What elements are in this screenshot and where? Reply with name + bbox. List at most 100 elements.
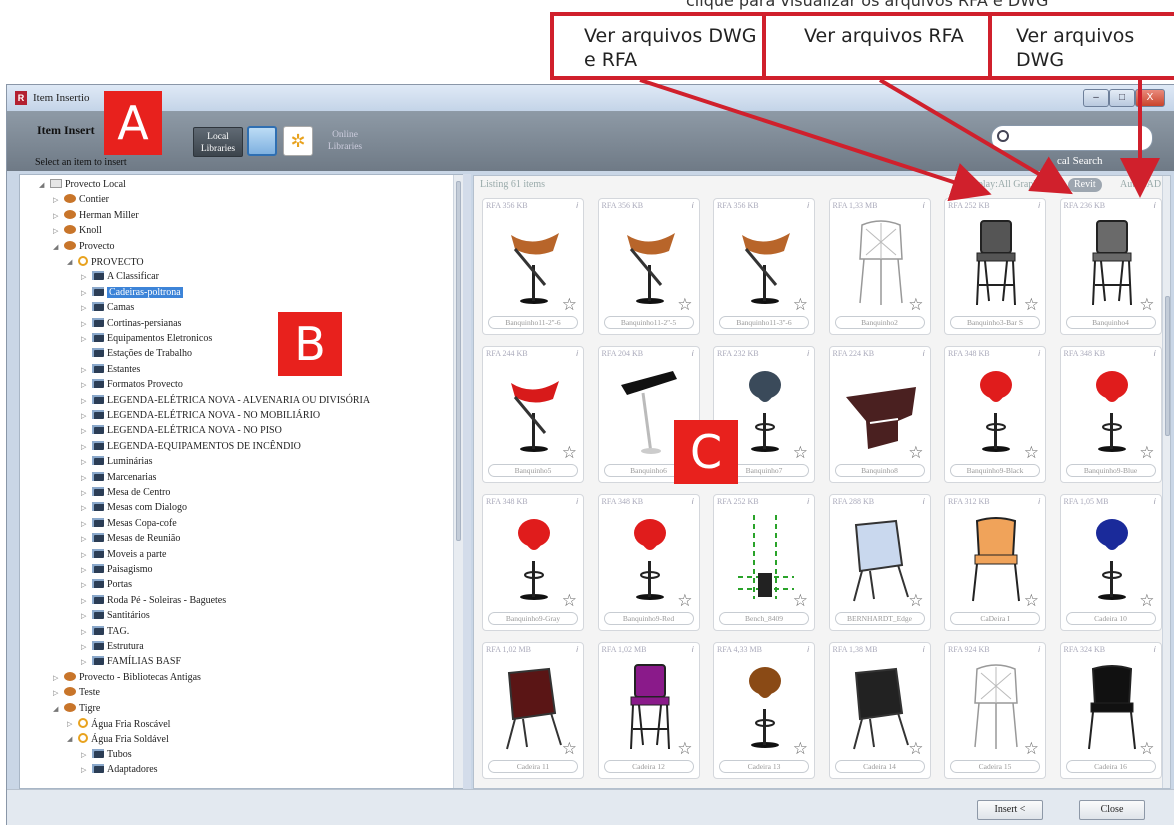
expand-icon[interactable]: ▷ [81,441,86,453]
panel-splitter[interactable] [463,174,471,789]
tree-item[interactable]: ▷ Teste [53,687,100,699]
tree-item[interactable]: ▷ Knoll [53,225,102,237]
info-icon[interactable]: i [1154,349,1156,358]
tree-item[interactable]: ▷ Santitários [81,610,150,622]
expand-icon[interactable]: ▷ [81,333,86,345]
favorite-star-icon[interactable]: ☆ [908,739,923,759]
favorite-star-icon[interactable]: ☆ [793,739,808,759]
favorite-star-icon[interactable]: ☆ [793,443,808,463]
favorite-star-icon[interactable]: ☆ [1139,591,1154,611]
tree-item[interactable]: ▷ Moveis a parte [81,548,166,561]
items-scrollbar[interactable] [1162,176,1170,788]
expand-icon[interactable]: ▷ [81,518,86,530]
tree-item[interactable]: ▷ Provecto - Bibliotecas Antigas [53,671,201,684]
expand-icon[interactable]: ▷ [67,718,72,730]
favorite-star-icon[interactable]: ☆ [562,443,577,463]
favorite-star-icon[interactable]: ☆ [793,295,808,315]
expand-icon[interactable]: ▷ [81,764,86,776]
tree-item[interactable]: ◢ Provecto [53,240,115,253]
item-card[interactable]: RFA 348 KB i ☆ Banquinho9-Gray [482,494,584,631]
item-card[interactable]: RFA 348 KB i ☆ Banquinho9-Black [944,346,1046,483]
info-icon[interactable]: i [1038,497,1040,506]
tree-scrollbar[interactable] [453,175,463,788]
item-card[interactable]: RFA 924 KB i ☆ Cadeira 15 [944,642,1046,779]
info-icon[interactable]: i [807,497,809,506]
expand-icon[interactable]: ▷ [81,395,86,407]
expand-icon[interactable]: ▷ [81,656,86,668]
info-icon[interactable]: i [1154,645,1156,654]
tree-item[interactable]: ▷ LEGENDA-EQUIPAMENTOS DE INCÊNDIO [81,440,301,453]
tree-item[interactable]: ▷ Água Fria Roscável [67,718,170,730]
item-card[interactable]: RFA 244 KB i ☆ Banquinho5 [482,346,584,483]
favorite-star-icon[interactable]: ☆ [562,295,577,315]
info-icon[interactable]: i [923,349,925,358]
expand-icon[interactable]: ▷ [81,364,86,376]
expand-icon[interactable]: ▷ [53,687,58,699]
local-library-icon[interactable] [247,126,277,156]
item-card[interactable]: RFA 356 KB i ☆ Banquinho11-2''-5 [597,198,700,335]
tree-item[interactable]: ◢ Provecto Local [39,179,126,191]
favorite-star-icon[interactable]: ☆ [677,739,692,759]
expand-icon[interactable]: ▷ [81,564,86,576]
tree-item[interactable]: ▷ Marcenarias [81,471,156,484]
expand-icon[interactable]: ▷ [81,425,86,437]
tree-item[interactable]: ▷ Equipamentos Eletronicos [81,333,212,345]
expand-icon[interactable]: ▷ [81,472,86,484]
maximize-button[interactable]: □ [1109,89,1135,107]
info-icon[interactable]: i [807,201,809,210]
expand-icon[interactable]: ▷ [81,302,86,314]
info-icon[interactable]: i [692,349,694,358]
expand-icon[interactable]: ▷ [81,271,86,283]
tree-item[interactable]: ▷ Cortinas-persianas [81,317,181,330]
tree-item[interactable]: ▷ Mesas com Dialogo [81,502,187,514]
favorite-star-icon[interactable]: ☆ [908,295,923,315]
favorite-star-icon[interactable]: ☆ [562,591,577,611]
tree-item[interactable]: ▷ Mesas Copa-cofe [81,517,177,530]
tree-item[interactable]: ▷ Roda Pé - Soleiras - Baguetes [81,594,226,607]
items-scroll-thumb[interactable] [1165,296,1170,436]
tree-item[interactable]: ▷ Mesas de Reunião [81,533,180,545]
close-button[interactable]: Close [1079,800,1145,820]
tree-item[interactable]: ▷ Formatos Provecto [81,379,183,391]
expand-icon[interactable]: ◢ [53,703,58,715]
favorite-star-icon[interactable]: ☆ [1139,295,1154,315]
favorite-star-icon[interactable]: ☆ [562,739,577,759]
close-window-button[interactable]: X [1135,89,1165,107]
favorite-star-icon[interactable]: ☆ [1024,295,1039,315]
info-icon[interactable]: i [576,349,578,358]
tree-item[interactable]: ▷ Cadeiras-poltrona [81,286,183,299]
minimize-button[interactable]: – [1083,89,1109,107]
expand-icon[interactable]: ▷ [53,225,58,237]
item-card[interactable]: RFA 348 KB i ☆ Banquinho9-Red [597,494,700,631]
expand-icon[interactable]: ▷ [81,579,86,591]
favorite-star-icon[interactable]: ☆ [1024,443,1039,463]
info-icon[interactable]: i [692,645,694,654]
tree-item[interactable]: ▷ LEGENDA-ELÉTRICA NOVA - ALVENARIA OU DI… [81,394,370,407]
gear-library-icon[interactable]: ✲ [283,126,313,156]
favorite-star-icon[interactable]: ☆ [908,591,923,611]
tree-item[interactable]: ▷ Mesa de Centro [81,487,170,499]
expand-icon[interactable]: ▷ [81,641,86,653]
tree-item[interactable]: ◢ PROVECTO [67,256,144,268]
expand-icon[interactable]: ▷ [53,672,58,684]
expand-icon[interactable]: ◢ [67,733,72,745]
item-card[interactable]: RFA 252 KB i ☆ Bench_8409 [713,494,815,631]
favorite-star-icon[interactable]: ☆ [1024,591,1039,611]
favorite-star-icon[interactable]: ☆ [677,591,692,611]
tree-item[interactable]: ▷ TAG. [81,625,129,638]
info-icon[interactable]: i [576,645,578,654]
info-icon[interactable]: i [692,201,694,210]
info-icon[interactable]: i [1154,497,1156,506]
tree-item[interactable]: ▷ Luminárias [81,456,153,468]
expand-icon[interactable]: ◢ [67,256,72,268]
expand-icon[interactable]: ▷ [81,456,86,468]
info-icon[interactable]: i [1154,201,1156,210]
item-card[interactable]: RFA 356 KB i ☆ Banquinho11-2''-6 [482,198,584,335]
tree-item[interactable]: ▷ FAMÍLIAS BASF [81,656,181,668]
item-card[interactable]: RFA 1,33 MB i ☆ Banquinho2 [828,198,931,335]
favorite-star-icon[interactable]: ☆ [1139,443,1154,463]
item-card[interactable]: RFA 1,02 MB i ☆ Cadeira 11 [482,642,584,779]
expand-icon[interactable]: ▷ [81,502,86,514]
info-icon[interactable]: i [1038,201,1040,210]
info-icon[interactable]: i [576,497,578,506]
